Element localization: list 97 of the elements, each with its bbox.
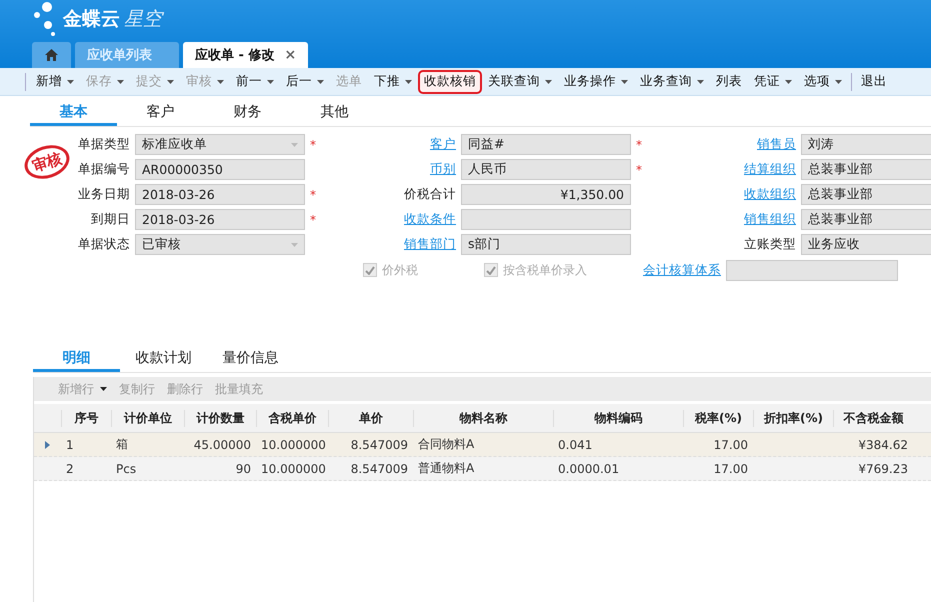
toolbar-button[interactable]: 前一 (230, 70, 280, 94)
table-cell: 0.041 (558, 438, 592, 452)
page-tab[interactable]: 应收单 - 修改 × (183, 42, 308, 68)
checkbox-label: 按含税单价录入 (503, 262, 587, 278)
required-mark: * (636, 162, 642, 176)
logo-product: 星空 (124, 7, 162, 32)
input-field[interactable]: 人民币 (461, 159, 631, 180)
field-label: 单据编号 (78, 161, 130, 178)
table-cell: 8.547009 (350, 438, 408, 452)
column-header: 单价 (328, 410, 413, 426)
form-tab[interactable]: 基本 (30, 100, 117, 126)
detail-tab[interactable]: 收款计划 (120, 346, 207, 372)
detail-tab[interactable]: 明细 (33, 346, 120, 372)
input-field[interactable]: 标准应收单 (135, 134, 305, 155)
field-link[interactable]: 收款组织 (744, 186, 796, 203)
checkbox-label: 价外税 (382, 262, 418, 278)
table-cell: 17.00 (714, 462, 748, 476)
form-tab[interactable]: 财务 (204, 100, 291, 126)
toolbar-button[interactable]: 后一 (280, 70, 330, 94)
toolbar-button[interactable]: 列表 (710, 70, 748, 94)
field-link[interactable]: 会计核算体系 (643, 262, 721, 278)
table-cell: 箱 (116, 437, 128, 451)
table-cell: ¥384.62 (858, 438, 908, 452)
table-cell: ¥769.23 (858, 462, 908, 476)
field-link[interactable]: 结算组织 (744, 161, 796, 178)
table-cell: 合同物料A (418, 437, 474, 451)
input-field[interactable] (461, 209, 631, 230)
table-cell: Pcs (116, 462, 136, 476)
column-header: 序号 (61, 410, 111, 426)
table-cell: 10.000000 (261, 462, 326, 476)
input-field[interactable]: s部门 (461, 234, 631, 255)
input-field[interactable]: 总装事业部 (801, 184, 931, 205)
table-cell: 10.000000 (261, 438, 326, 452)
column-header: 含税单价 (256, 410, 328, 426)
field-link[interactable]: 收款条件 (404, 211, 456, 228)
toolbar-button[interactable]: 关联查询 (482, 70, 558, 94)
table-cell: 2 (66, 462, 74, 476)
toolbar-button[interactable]: 选项 (798, 70, 848, 94)
toolbar-button[interactable]: 业务操作 (558, 70, 634, 94)
input-field[interactable]: AR00000350 (135, 159, 305, 180)
required-mark: * (310, 212, 316, 226)
field-label: 价税合计 (404, 186, 456, 203)
required-mark: * (310, 138, 316, 152)
field-label: 单据状态 (78, 236, 130, 253)
input-field[interactable]: 2018-03-26 (135, 184, 305, 205)
input-field[interactable]: 总装事业部 (801, 159, 931, 180)
toolbar-button[interactable]: 凭证 (748, 70, 798, 94)
toolbar-button[interactable]: 下推 (368, 70, 418, 94)
row-pointer-icon (45, 440, 50, 448)
home-icon (45, 49, 58, 61)
field-label: 单据类型 (78, 136, 130, 153)
logo-brand: 金蝶云 (63, 7, 120, 32)
field-link[interactable]: 客户 (430, 136, 456, 153)
field-label: 到期日 (91, 211, 130, 228)
input-field[interactable] (726, 260, 898, 280)
table-cell: 17.00 (714, 438, 748, 452)
table-row[interactable]: 1 箱 45.00000 10.000000 8.547009 合同物料A 0.041 17.00 ¥384.62 (34, 433, 931, 457)
field-link[interactable]: 销售组织 (744, 211, 796, 228)
home-tab[interactable] (32, 42, 71, 68)
table-cell: 1 (66, 438, 74, 452)
table-cell: 0.0000.01 (558, 462, 620, 476)
detail-tab[interactable]: 量价信息 (207, 346, 294, 372)
close-icon[interactable]: × (284, 47, 296, 63)
table-cell: 45.00000 (194, 438, 251, 452)
column-header: 计价数量 (184, 410, 256, 426)
required-mark: * (636, 138, 642, 152)
column-header: 税率(%) (683, 410, 753, 426)
input-field[interactable]: 2018-03-26 (135, 209, 305, 230)
toolbar-button[interactable]: 业务查询 (634, 70, 710, 94)
column-header: 不含税金额 (833, 410, 913, 426)
tab-label: 应收单列表 (87, 46, 152, 64)
input-field[interactable]: 同益# (461, 134, 631, 155)
table-row[interactable]: 2 Pcs 90 10.000000 8.547009 普通物料A 0.0000.01 17.00 ¥769.23 (34, 457, 931, 481)
column-header: 折扣率(%) (753, 410, 833, 426)
input-field[interactable]: 业务应收 (801, 234, 931, 255)
field-link[interactable]: 销售员 (757, 136, 796, 153)
tab-label: 应收单 - 修改 (195, 46, 274, 64)
field-link[interactable]: 销售部门 (404, 236, 456, 253)
required-mark: * (310, 188, 316, 202)
table-cell: 8.547009 (350, 462, 408, 476)
field-label: 立账类型 (744, 236, 796, 253)
input-field[interactable]: 刘涛 (801, 134, 931, 155)
form-tab[interactable]: 客户 (117, 100, 204, 126)
field-link[interactable]: 币别 (430, 161, 456, 178)
toolbar-button[interactable]: 新增 (30, 70, 80, 94)
field-label: 业务日期 (78, 186, 130, 203)
input-field[interactable]: 总装事业部 (801, 209, 931, 230)
table-cell: 90 (236, 462, 251, 476)
table-cell: 普通物料A (418, 461, 474, 475)
column-header: 物料名称 (413, 410, 553, 426)
form-tab[interactable]: 其他 (291, 100, 378, 126)
column-header: 计价单位 (111, 410, 184, 426)
toolbar-button[interactable]: 收款核销 (418, 70, 482, 94)
column-header: 物料编码 (553, 410, 683, 426)
input-field[interactable]: 已审核 (135, 234, 305, 255)
toolbar-button[interactable]: 退出 (855, 70, 893, 94)
input-field[interactable]: ¥1,350.00 (461, 184, 631, 205)
